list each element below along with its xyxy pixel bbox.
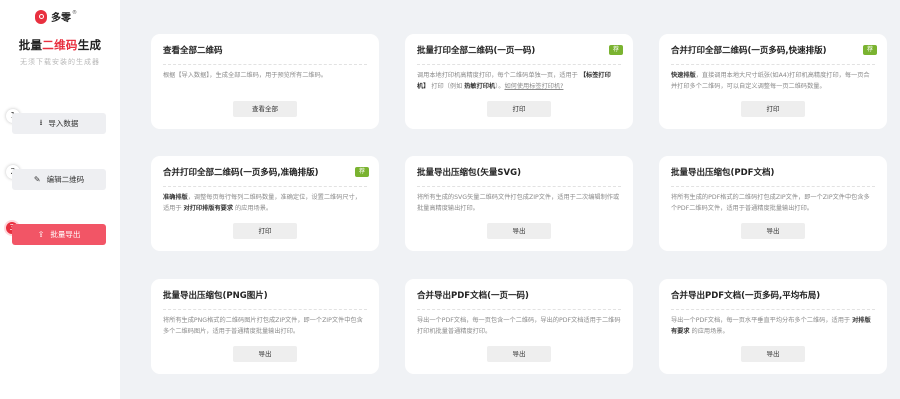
card-title: 合并导出PDF文档(一页一码): [417, 291, 529, 301]
card-divider: [417, 186, 621, 187]
export-button[interactable]: 导出: [741, 346, 805, 362]
card-title: 批量打印全部二维码(一页一码): [417, 46, 536, 56]
step-edit-qrcode-button[interactable]: ✎ 编辑二维码: [12, 169, 106, 190]
recommended-badge: 荐: [609, 45, 623, 55]
brand-logo[interactable]: 多零 ®: [35, 9, 77, 24]
export-button[interactable]: 导出: [233, 346, 297, 362]
card-divider: [671, 309, 875, 310]
step-import-data-button[interactable]: ⭳ 导入数据: [12, 113, 106, 134]
card-print-multi-quick: 合并打印全部二维码(一页多码,快速排版) 荐 快速排版，直接调用本地大尺寸纸张(…: [659, 34, 887, 129]
card-print-one-per-page: 批量打印全部二维码(一页一码) 荐 调用本地打印机高精度打印，每个二维码单独一页…: [405, 34, 633, 129]
card-divider: [417, 64, 621, 65]
card-description: 调用本地打印机高精度打印，每个二维码单独一页，适用于 【标签打印机】 打印（例如…: [417, 72, 611, 90]
card-title: 查看全部二维码: [163, 46, 223, 56]
card-merge-pdf-one-per-page: 合并导出PDF文档(一页一码) 导出一个PDF文档，每一页包含一个二维码，导出的…: [405, 279, 633, 374]
app-subtitle: 无须下载安装的生成器: [20, 58, 100, 66]
card-description: 将所有生成的SVG矢量二维码文件打包成ZIP文件，适用于二次编辑制作或批量高精度…: [417, 194, 620, 212]
card-title: 合并打印全部二维码(一页多码,快速排版): [671, 46, 827, 56]
export-button[interactable]: 导出: [487, 346, 551, 362]
card-export-svg-zip: 批量导出压缩包(矢量SVG) 将所有生成的SVG矢量二维码文件打包成ZIP文件，…: [405, 156, 633, 251]
export-button[interactable]: 导出: [741, 223, 805, 239]
logo-icon: [35, 9, 47, 24]
card-description: 导出一个PDF文档，每一页水平垂直平均分布多个二维码，适用于 对排版有要求 的应…: [671, 317, 871, 335]
card-merge-pdf-multi: 合并导出PDF文档(一页多码,平均布局) 导出一个PDF文档，每一页水平垂直平均…: [659, 279, 887, 374]
registered-mark: ®: [72, 9, 77, 16]
card-description: 快速排版，直接调用本地大尺寸纸张(如A4)打印机高精度打印，每一页合并打印多个二…: [671, 72, 870, 90]
card-divider: [671, 186, 875, 187]
brand-name: 多零: [51, 13, 71, 24]
print-button[interactable]: 打印: [487, 101, 551, 117]
card-title: 合并导出PDF文档(一页多码,平均布局): [671, 291, 821, 301]
label-printer-help-link[interactable]: 如何使用标签打印机?: [504, 83, 563, 90]
card-divider: [163, 64, 367, 65]
export-button[interactable]: 导出: [487, 223, 551, 239]
step-batch-export-button[interactable]: ⇪ 批量导出: [12, 224, 106, 245]
card-title: 合并打印全部二维码(一页多码,准确排版): [163, 168, 319, 178]
card-title: 批量导出压缩包(PNG图片): [163, 291, 268, 301]
sidebar: 多零 ® 批量二维码生成 无须下载安装的生成器 1 ⭳ 导入数据 2 ✎ 编辑二…: [0, 0, 120, 399]
card-view-all: 查看全部二维码 根据【导入数据】，生成全部二维码，用于预览所有二维码。 查看全部: [151, 34, 379, 129]
card-description: 准确排版，调整每页每行每列二维码数量，准确定位，设置二维码尺寸，适用于 对打印排…: [163, 194, 361, 212]
app-title: 批量二维码生成: [18, 38, 102, 52]
card-description: 将所有生成的PDF格式的二维码打包成ZIP文件，即一个ZIP文件中包含多个PDF…: [671, 194, 870, 212]
export-icon: ⇪: [37, 230, 45, 239]
card-export-pdf-zip: 批量导出压缩包(PDF文档) 将所有生成的PDF格式的二维码打包成ZIP文件，即…: [659, 156, 887, 251]
card-divider: [671, 64, 875, 65]
print-button[interactable]: 打印: [233, 223, 297, 239]
card-title: 批量导出压缩包(矢量SVG): [417, 168, 521, 178]
card-divider: [163, 186, 367, 187]
print-button[interactable]: 打印: [741, 101, 805, 117]
card-title: 批量导出压缩包(PDF文档): [671, 168, 775, 178]
view-all-button[interactable]: 查看全部: [233, 101, 297, 117]
download-icon: ⭳: [39, 117, 43, 127]
recommended-badge: 荐: [863, 45, 877, 55]
card-description: 将所有生成PNG格式的二维码图片打包成ZIP文件，即一个ZIP文件中包含多个二维…: [163, 317, 363, 335]
card-print-multi-precise: 合并打印全部二维码(一页多码,准确排版) 荐 准确排版，调整每页每行每列二维码数…: [151, 156, 379, 251]
card-description: 导出一个PDF文档，每一页包含一个二维码，导出的PDF文档适用于二维码打印机批量…: [417, 317, 621, 335]
card-description: 根据【导入数据】，生成全部二维码，用于预览所有二维码。: [163, 72, 327, 79]
recommended-badge: 荐: [355, 167, 369, 177]
card-divider: [417, 309, 621, 310]
card-export-png-zip: 批量导出压缩包(PNG图片) 将所有生成PNG格式的二维码图片打包成ZIP文件，…: [151, 279, 379, 374]
card-divider: [163, 309, 367, 310]
edit-icon: ✎: [33, 175, 41, 184]
